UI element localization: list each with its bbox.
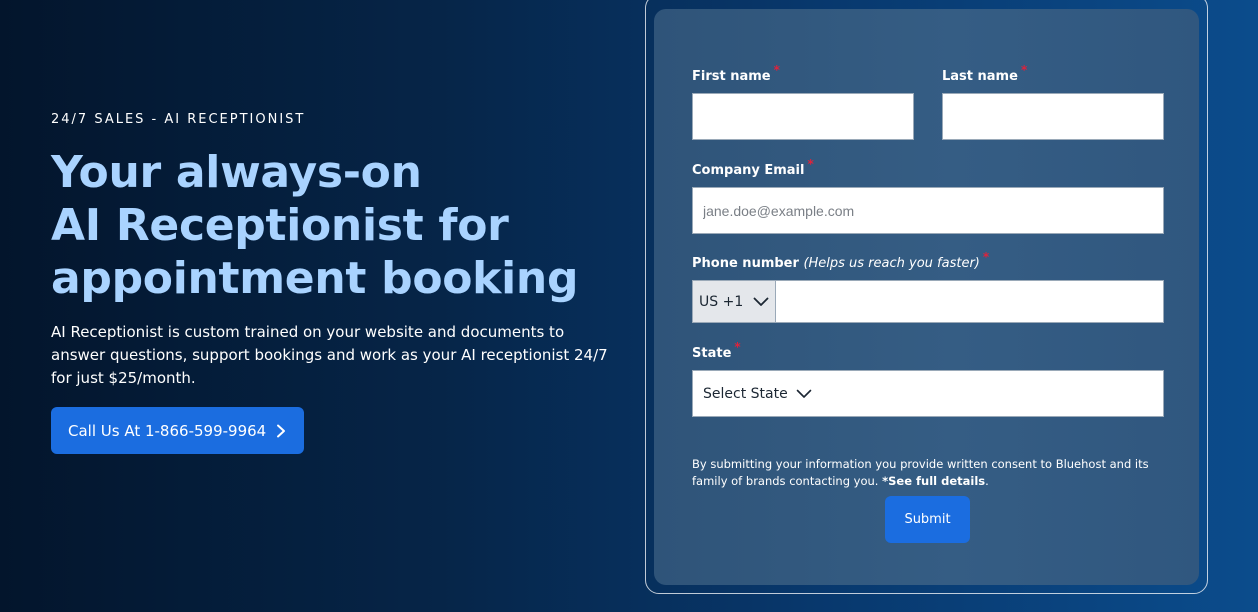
submit-button[interactable]: Submit <box>885 496 970 543</box>
company-email-label-text: Company Email <box>692 163 805 178</box>
chevron-down-icon <box>796 389 812 398</box>
hero-description: AI Receptionist is custom trained on you… <box>51 323 608 387</box>
eyebrow-text: 24/7 SALES - AI RECEPTIONIST <box>51 112 306 127</box>
country-code-value: US +1 <box>699 293 744 310</box>
first-name-label: First name * <box>692 63 780 84</box>
required-mark: * <box>1020 63 1028 77</box>
phone-label-text: Phone number <box>692 256 799 271</box>
phone-label: Phone number (Helps us reach you faster)… <box>692 250 989 271</box>
required-mark: * <box>982 250 990 264</box>
lead-form-frame: First name* Last name* Company Email* Ph… <box>645 0 1208 594</box>
company-email-label: Company Email * <box>692 157 814 178</box>
lead-form: First name* Last name* Company Email* Ph… <box>654 9 1199 585</box>
consent-text: By submitting your information you provi… <box>692 456 1162 490</box>
headline-line: Your always-on <box>51 147 422 198</box>
call-us-label: Call Us At 1-866-599-9964 <box>68 421 267 440</box>
required-mark: * <box>773 63 780 77</box>
headline-line: appointment booking <box>51 253 579 304</box>
company-email-input[interactable] <box>692 187 1164 234</box>
first-name-input[interactable] <box>692 93 914 140</box>
state-selected-value: Select State <box>703 385 788 402</box>
phone-input[interactable] <box>776 281 1163 322</box>
phone-field: US +1 <box>692 280 1164 323</box>
state-select[interactable]: Select State <box>692 370 1164 417</box>
state-label-text: State <box>692 346 732 361</box>
headline-line: AI Receptionist for <box>51 200 509 251</box>
required-mark: * <box>734 340 741 354</box>
phone-hint: (Helps us reach you faster) <box>803 256 980 271</box>
last-name-label-text: Last name <box>942 69 1018 84</box>
country-code-select[interactable]: US +1 <box>693 281 776 322</box>
chevron-right-icon <box>277 424 286 437</box>
chevron-down-icon <box>753 297 769 306</box>
last-name-input[interactable] <box>942 93 1164 140</box>
required-mark: * <box>807 157 814 171</box>
first-name-label-text: First name <box>692 69 771 84</box>
state-label: State * <box>692 340 741 361</box>
consent-end: . <box>985 474 989 488</box>
page-title: Your always-on AI Receptionist for appoi… <box>51 146 631 305</box>
see-full-details-link[interactable]: *See full details <box>882 474 985 488</box>
last-name-label: Last name * <box>942 63 1027 84</box>
call-us-button[interactable]: Call Us At 1-866-599-9964 <box>51 407 305 454</box>
